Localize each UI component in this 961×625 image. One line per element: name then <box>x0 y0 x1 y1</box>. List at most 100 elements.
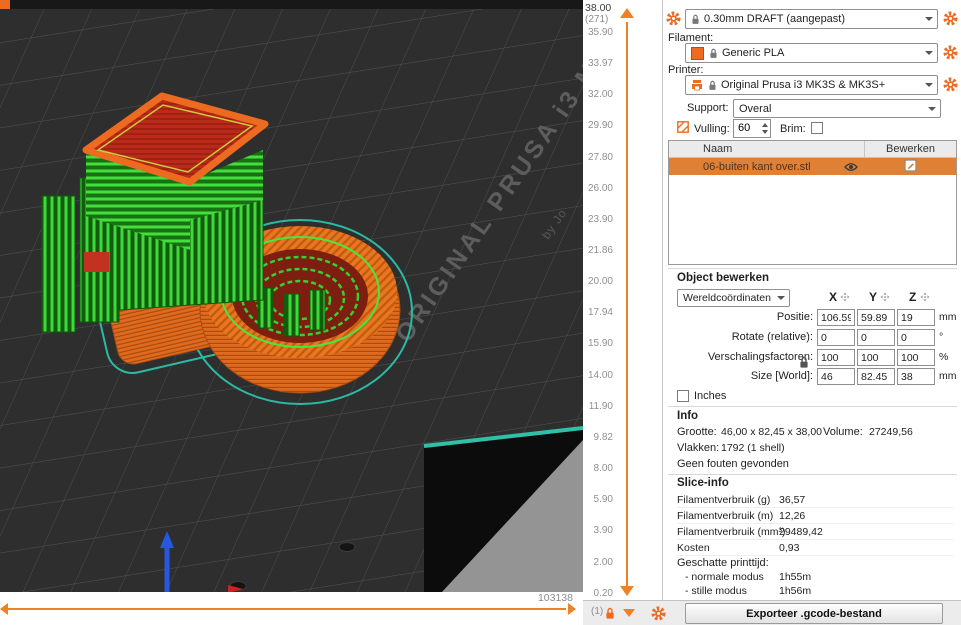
rotate-y-input[interactable] <box>857 329 895 346</box>
layer-tick-label: 9.82 <box>593 432 613 443</box>
move-slider-strip: 103138 <box>0 592 583 625</box>
eye-icon[interactable] <box>844 162 858 172</box>
infill-label: Vulling: <box>694 123 730 135</box>
slice-label: Kosten <box>677 542 710 554</box>
layer-tick-label: 20.00 <box>587 276 613 287</box>
position-y-input[interactable] <box>857 309 895 326</box>
uniform-scale-lock-icon[interactable] <box>799 356 809 369</box>
move-slider-right-arrow[interactable] <box>568 603 576 615</box>
export-bar: (1) Exporteer .gcode-bestand <box>583 600 961 625</box>
object-list-header: Naam Bewerken <box>669 141 956 158</box>
facets-value: 1792 (1 shell) <box>721 442 785 454</box>
printer-settings-gear-icon[interactable] <box>943 77 958 92</box>
chevron-down-icon <box>777 296 785 300</box>
layer-tick-label: 23.90 <box>587 214 613 225</box>
3d-viewport[interactable]: ORIGINAL PRUSA i3 M by Jo <box>0 0 583 592</box>
move-slider-left-arrow[interactable] <box>0 603 8 615</box>
filament-preset-value: Generic PLA <box>722 47 785 59</box>
column-edit: Bewerken <box>864 141 956 157</box>
time-normal-value: 1h55m <box>779 571 812 583</box>
brim-checkbox[interactable] <box>811 122 823 134</box>
layer-slider-top-height: 38.00 <box>585 2 612 14</box>
layer-tick-label: 2.00 <box>593 557 613 568</box>
prusaslicer-window: ORIGINAL PRUSA i3 M by Jo 38.00 (271) 35… <box>0 0 961 625</box>
export-settings-gear-icon[interactable] <box>651 606 666 621</box>
rotate-x-input[interactable] <box>817 329 855 346</box>
layer-slider-top-handle[interactable] <box>620 8 634 18</box>
layer-slider-bottom-handle[interactable] <box>620 586 634 596</box>
infill-spinner[interactable]: 60 <box>733 119 771 138</box>
slice-label: Filamentverbruik (mm³) <box>677 526 786 538</box>
rotate-unit: ° <box>939 331 944 343</box>
print-preset-combo[interactable]: 0.30mm DRAFT (aangepast) <box>685 9 938 29</box>
position-x-input[interactable] <box>817 309 855 326</box>
move-slider[interactable] <box>8 608 566 610</box>
size-y-input[interactable] <box>857 368 895 385</box>
slider-lock-icon[interactable] <box>605 607 615 620</box>
coordinate-system-value: Wereldcoördinaten <box>683 292 771 304</box>
size-unit: mm <box>939 370 957 382</box>
volume-label: Volume: <box>823 426 863 438</box>
slice-value: 0,93 <box>779 542 800 554</box>
size-x-input[interactable] <box>817 368 855 385</box>
size-z-input[interactable] <box>897 368 935 385</box>
chevron-down-icon <box>925 83 933 87</box>
object-row[interactable]: 06-buiten kant over.stl <box>669 158 956 175</box>
layer-tick-label: 17.94 <box>587 307 613 318</box>
layer-slider-bottom-layer: (1) <box>591 606 604 617</box>
chevron-down-icon <box>928 106 936 111</box>
spinner-up-arrow[interactable] <box>762 123 768 127</box>
support-combo[interactable]: Overal <box>733 99 941 118</box>
app-logo-fragment <box>0 0 10 9</box>
manipulation-title: Object bewerken <box>677 272 770 284</box>
print-time-title: Geschatte printtijd: <box>677 557 769 569</box>
time-stealth-value: 1h56m <box>779 585 812 597</box>
export-gcode-button[interactable]: Exporteer .gcode-bestand <box>685 603 943 624</box>
filament-preset-combo[interactable]: Generic PLA <box>685 43 938 63</box>
layer-tick-label: 35.90 <box>587 27 613 38</box>
printer-preset-value: Original Prusa i3 MK3S & MK3S+ <box>721 79 886 91</box>
layer-slider[interactable] <box>626 22 628 590</box>
rotate-z-input[interactable] <box>897 329 935 346</box>
size-label: Size [World]: <box>750 370 813 382</box>
printer-preset-combo[interactable]: Original Prusa i3 MK3S & MK3S+ <box>685 75 938 95</box>
lock-icon <box>691 14 700 25</box>
layer-tick-label: 0.20 <box>593 588 613 599</box>
edit-object-icon[interactable] <box>904 159 917 172</box>
print-settings-edit-gear-icon[interactable] <box>943 11 958 26</box>
slice-label: Filamentverbruik (g) <box>677 494 771 506</box>
axis-move-icon <box>920 292 930 302</box>
divider <box>668 268 957 269</box>
layer-tick-label: 15.90 <box>587 338 613 349</box>
info-title: Info <box>677 410 699 422</box>
slice-row-filament-g: Filamentverbruik (g) 36,57 <box>677 493 953 508</box>
scale-x-input[interactable] <box>817 349 855 366</box>
scale-y-input[interactable] <box>857 349 895 366</box>
coordinate-system-combo[interactable]: Wereldcoördinaten <box>677 289 790 307</box>
layer-slider-strip: 38.00 (271) 35.90 33.97 32.00 29.90 27.8… <box>583 0 662 600</box>
print-settings-gear-icon[interactable] <box>666 11 681 26</box>
spinner-down-arrow[interactable] <box>762 130 768 134</box>
print-preset-value: 0.30mm DRAFT (aangepast) <box>704 13 846 25</box>
layer-tick-label: 26.00 <box>587 183 613 194</box>
layer-tick-label: 33.97 <box>587 58 613 69</box>
filament-settings-gear-icon[interactable] <box>943 45 958 60</box>
infill-icon <box>677 121 689 133</box>
divider <box>668 474 957 475</box>
export-gcode-label: Exporteer .gcode-bestand <box>746 607 882 620</box>
gcode-preview-canvas[interactable]: ORIGINAL PRUSA i3 M by Jo <box>0 0 583 592</box>
layer-tick-label: 21.86 <box>587 245 613 256</box>
settings-panel: 0.30mm DRAFT (aangepast) Filament: Gener… <box>662 0 961 600</box>
layer-slider-step-down-arrow[interactable] <box>623 609 635 617</box>
scale-z-input[interactable] <box>897 349 935 366</box>
facets-label: Vlakken: <box>677 442 720 454</box>
errors-text: Geen fouten gevonden <box>677 458 789 470</box>
position-z-input[interactable] <box>897 309 935 326</box>
lock-icon <box>709 48 718 59</box>
layer-tick-label: 3.90 <box>593 525 613 536</box>
infill-value: 60 <box>738 122 751 134</box>
axis-y-header: Y <box>869 290 878 304</box>
position-label: Positie: <box>776 311 813 323</box>
layer-tick-label: 5.90 <box>593 494 613 505</box>
inches-checkbox[interactable] <box>677 390 689 402</box>
